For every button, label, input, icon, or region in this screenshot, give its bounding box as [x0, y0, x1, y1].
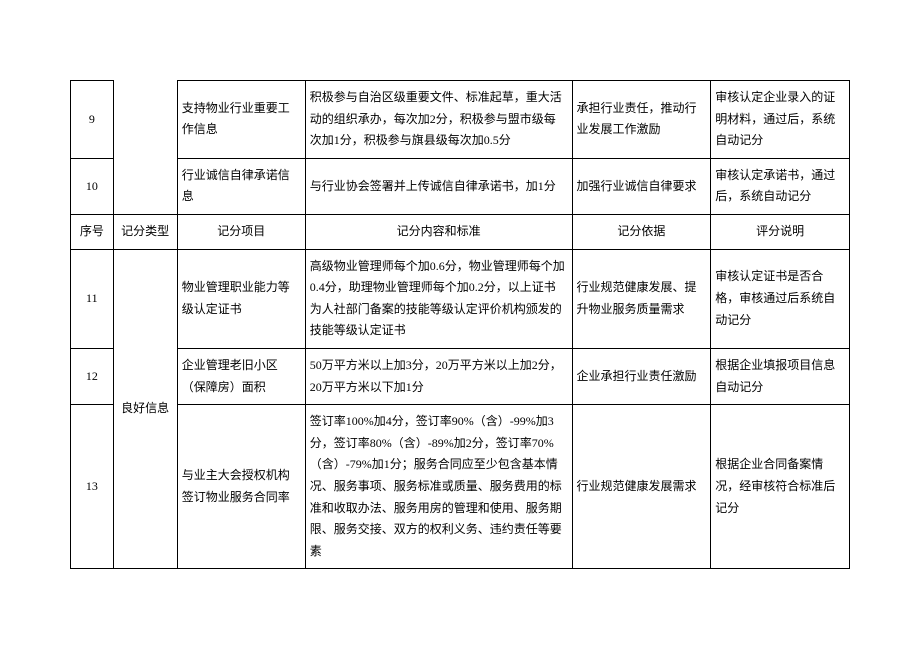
cell-desc: 审核认定证书是否合格，审核通过后系统自动记分 [711, 249, 850, 348]
cell-type: 良好信息 [113, 249, 177, 569]
cell-seq: 9 [71, 81, 114, 159]
table-row: 10 行业诚信自律承诺信息 与行业协会签署并上传诚信自律承诺书，加1分 加强行业… [71, 158, 850, 214]
cell-desc: 根据企业填报项目信息自动记分 [711, 348, 850, 404]
table-row: 11 良好信息 物业管理职业能力等级认定证书 高级物业管理师每个加0.6分，物业… [71, 249, 850, 348]
header-basis: 记分依据 [572, 214, 711, 249]
cell-type-upper [113, 81, 177, 215]
cell-desc: 根据企业合同备案情况，经审核符合标准后记分 [711, 405, 850, 569]
cell-content: 签订率100%加4分，签订率90%（含）-99%加3分，签订率80%（含）-89… [305, 405, 572, 569]
cell-basis: 加强行业诚信自律要求 [572, 158, 711, 214]
cell-content: 50万平方米以上加3分，20万平方米以上加2分，20万平方米以下加1分 [305, 348, 572, 404]
header-seq: 序号 [71, 214, 114, 249]
table-row: 9 支持物业行业重要工作信息 积极参与自治区级重要文件、标准起草，重大活动的组织… [71, 81, 850, 159]
cell-item: 物业管理职业能力等级认定证书 [177, 249, 305, 348]
cell-seq: 11 [71, 249, 114, 348]
cell-desc: 审核认定承诺书，通过后，系统自动记分 [711, 158, 850, 214]
cell-content: 高级物业管理师每个加0.6分，物业管理师每个加0.4分，助理物业管理师每个加0.… [305, 249, 572, 348]
table-row: 12 企业管理老旧小区（保障房）面积 50万平方米以上加3分，20万平方米以上加… [71, 348, 850, 404]
header-type: 记分类型 [113, 214, 177, 249]
table-header-row: 序号 记分类型 记分项目 记分内容和标准 记分依据 评分说明 [71, 214, 850, 249]
cell-basis: 企业承担行业责任激励 [572, 348, 711, 404]
cell-content: 与行业协会签署并上传诚信自律承诺书，加1分 [305, 158, 572, 214]
cell-content: 积极参与自治区级重要文件、标准起草，重大活动的组织承办，每次加2分，积极参与盟市… [305, 81, 572, 159]
cell-basis: 行业规范健康发展、提升物业服务质量需求 [572, 249, 711, 348]
cell-item: 企业管理老旧小区（保障房）面积 [177, 348, 305, 404]
cell-basis: 行业规范健康发展需求 [572, 405, 711, 569]
cell-seq: 12 [71, 348, 114, 404]
header-desc: 评分说明 [711, 214, 850, 249]
cell-seq: 10 [71, 158, 114, 214]
table-row: 13 与业主大会授权机构签订物业服务合同率 签订率100%加4分，签订率90%（… [71, 405, 850, 569]
cell-item: 支持物业行业重要工作信息 [177, 81, 305, 159]
header-content: 记分内容和标准 [305, 214, 572, 249]
cell-desc: 审核认定企业录入的证明材料，通过后，系统自动记分 [711, 81, 850, 159]
header-item: 记分项目 [177, 214, 305, 249]
cell-seq: 13 [71, 405, 114, 569]
cell-item: 行业诚信自律承诺信息 [177, 158, 305, 214]
scoring-table: 9 支持物业行业重要工作信息 积极参与自治区级重要文件、标准起草，重大活动的组织… [70, 80, 850, 569]
cell-basis: 承担行业责任，推动行业发展工作激励 [572, 81, 711, 159]
cell-item: 与业主大会授权机构签订物业服务合同率 [177, 405, 305, 569]
